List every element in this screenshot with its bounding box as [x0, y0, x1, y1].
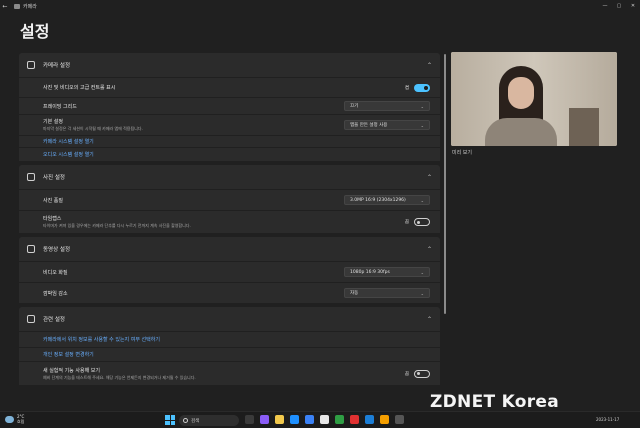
video-quality-select[interactable]: 1080p 16:9 30fps ⌄	[344, 267, 430, 277]
default-settings-row: 기본 설정 마지막 설정은 각 세션이 시작될 때 카메라 앱에 적용됩니다. 앱…	[19, 114, 440, 135]
chevron-down-icon: ⌄	[420, 122, 424, 128]
framing-grid-value: 끄기	[350, 104, 359, 109]
section-title: 카메라 설정	[43, 63, 71, 69]
task-view-icon[interactable]	[245, 415, 254, 424]
photo-quality-row: 사진 품질 3.0MP 16:9 (2304x1296) ⌄	[19, 189, 440, 210]
default-settings-select[interactable]: 앱을 만든 설정 사용 ⌄	[344, 120, 430, 130]
flicker-label: 깜박임 감소	[43, 290, 68, 297]
taskbar: 2°C 흐림 검색	[0, 411, 640, 428]
section-camera-settings[interactable]: 카메라 설정 ⌃	[19, 53, 440, 77]
framing-grid-row: 프레이밍 그리드 끄기 ⌄	[19, 97, 440, 114]
link-row: 개인 정보 설정 변경하기	[19, 347, 440, 361]
chevron-up-icon[interactable]: ⌃	[427, 316, 432, 323]
weather-desc: 흐림	[17, 419, 25, 424]
flicker-value: 자동	[350, 291, 359, 296]
page-title: 설정	[20, 22, 50, 41]
photo-quality-select[interactable]: 3.0MP 16:9 (2304x1296) ⌄	[344, 195, 430, 205]
chevron-up-icon[interactable]: ⌃	[427, 62, 432, 69]
section-title: 동영상 설정	[43, 247, 71, 253]
framing-grid-select[interactable]: 끄기 ⌄	[344, 101, 430, 111]
store-icon[interactable]	[305, 415, 314, 424]
default-settings-value: 앱을 만든 설정 사용	[350, 123, 388, 128]
minimize-button[interactable]: —	[598, 0, 612, 12]
chevron-down-icon: ⌄	[420, 269, 424, 275]
file-explorer-icon[interactable]	[275, 415, 284, 424]
photo-quality-label: 사진 품질	[43, 197, 63, 204]
section-photo-settings[interactable]: 사진 설정 ⌃	[19, 165, 440, 189]
video-quality-value: 1080p 16:9 30fps	[350, 269, 390, 275]
new-features-sub: 예비 단계의 기능을 테스트해 주세요. 해당 기능은 언제든지 변경되거나 제…	[43, 374, 196, 380]
back-arrow-icon[interactable]: ←	[0, 3, 10, 10]
section-related-settings[interactable]: 관련 설정 ⌃	[19, 307, 440, 331]
start-button[interactable]	[165, 415, 175, 425]
section-video-settings[interactable]: 동영상 설정 ⌃	[19, 237, 440, 261]
chevron-down-icon: ⌄	[420, 197, 424, 203]
pro-controls-row: 사진 및 비디오의 고급 컨트롤 표시 켬	[19, 77, 440, 97]
app-name: 카메라	[23, 3, 37, 10]
taskbar-search[interactable]: 검색	[179, 415, 239, 426]
search-placeholder: 검색	[191, 418, 200, 424]
acrobat-icon[interactable]	[350, 415, 359, 424]
title-bar: ← 카메라 — ▢ ✕	[0, 0, 640, 12]
teams-icon[interactable]	[260, 415, 269, 424]
privacy-link[interactable]: 개인 정보 설정 변경하기	[43, 351, 430, 358]
framing-grid-label: 프레이밍 그리드	[43, 103, 77, 110]
pro-controls-state: 켬	[404, 85, 409, 91]
audio-system-settings-link[interactable]: 오디오 시스템 설정 열기	[43, 151, 430, 158]
scrollbar[interactable]	[444, 54, 446, 314]
pro-controls-toggle[interactable]	[414, 83, 430, 92]
chevron-up-icon[interactable]: ⌃	[427, 174, 432, 181]
cloud-icon	[5, 415, 14, 423]
photo-quality-value: 3.0MP 16:9 (2304x1296)	[350, 197, 406, 203]
new-features-label: 새 실험적 기능 사용해 보기	[43, 367, 100, 374]
weather-widget[interactable]: 2°C 흐림	[5, 414, 24, 424]
maximize-button[interactable]: ▢	[612, 0, 626, 12]
timelapse-toggle[interactable]	[414, 218, 430, 226]
preview-label: 미리 보기	[452, 150, 472, 156]
flicker-select[interactable]: 자동 ⌄	[344, 288, 430, 298]
search-icon	[183, 418, 188, 423]
settings-panel: 카메라 설정 ⌃ 사진 및 비디오의 고급 컨트롤 표시 켬 프레이밍 그리드 …	[19, 53, 440, 410]
camera-app-icon	[14, 3, 20, 9]
mail-icon[interactable]	[320, 415, 329, 424]
video-quality-label: 비디오 화질	[43, 269, 68, 276]
gear-icon	[27, 315, 35, 323]
link-row: 카메라에서 위치 정보를 사용할 수 있는지 여부 선택하기	[19, 331, 440, 347]
timelapse-row: 타임랩스 타이머가 켜져 있을 경우에는 카메라 단추를 다시 누르기 전까지 계…	[19, 210, 440, 233]
camera-app-taskbar-icon[interactable]	[395, 415, 404, 424]
excel-icon[interactable]	[335, 415, 344, 424]
link-row: 카메라 시스템 설정 열기	[19, 135, 440, 147]
flicker-row: 깜박임 감소 자동 ⌄	[19, 282, 440, 303]
section-title: 사진 설정	[43, 175, 65, 181]
watermark-logo: ZDNET Korea	[430, 392, 560, 412]
chevron-up-icon[interactable]: ⌃	[427, 246, 432, 253]
chevron-down-icon: ⌄	[420, 103, 424, 109]
camera-preview	[451, 52, 617, 146]
video-quality-row: 비디오 화질 1080p 16:9 30fps ⌄	[19, 261, 440, 282]
window-controls: — ▢ ✕	[598, 0, 640, 12]
new-features-state: 끔	[404, 371, 409, 377]
default-settings-label: 기본 설정	[43, 119, 63, 125]
link-row: 오디오 시스템 설정 열기	[19, 147, 440, 161]
camera-system-settings-link[interactable]: 카메라 시스템 설정 열기	[43, 138, 430, 145]
new-features-row: 새 실험적 기능 사용해 보기 예비 단계의 기능을 테스트해 주세요. 해당 기…	[19, 361, 440, 385]
pro-controls-label: 사진 및 비디오의 고급 컨트롤 표시	[43, 85, 116, 91]
location-link[interactable]: 카메라에서 위치 정보를 사용할 수 있는지 여부 선택하기	[43, 336, 430, 343]
word-icon[interactable]	[365, 415, 374, 424]
timelapse-label: 타임랩스	[43, 216, 62, 222]
chrome-icon[interactable]	[380, 415, 389, 424]
taskbar-apps	[245, 415, 410, 424]
chevron-down-icon: ⌄	[420, 290, 424, 296]
taskbar-date: 2023-11-17	[596, 417, 620, 422]
close-button[interactable]: ✕	[626, 0, 640, 12]
section-title: 관련 설정	[43, 317, 65, 323]
camera-icon	[27, 61, 35, 69]
edge-icon[interactable]	[290, 415, 299, 424]
default-settings-sub: 마지막 설정은 각 세션이 시작될 때 카메라 앱에 적용됩니다.	[43, 126, 143, 131]
timelapse-state: 끔	[404, 220, 409, 225]
timelapse-sub: 타이머가 켜져 있을 경우에는 카메라 단추를 다시 누르기 전까지 계속 사진…	[43, 223, 191, 228]
video-icon	[27, 245, 35, 253]
new-features-toggle[interactable]	[414, 369, 430, 378]
image-icon	[27, 173, 35, 181]
